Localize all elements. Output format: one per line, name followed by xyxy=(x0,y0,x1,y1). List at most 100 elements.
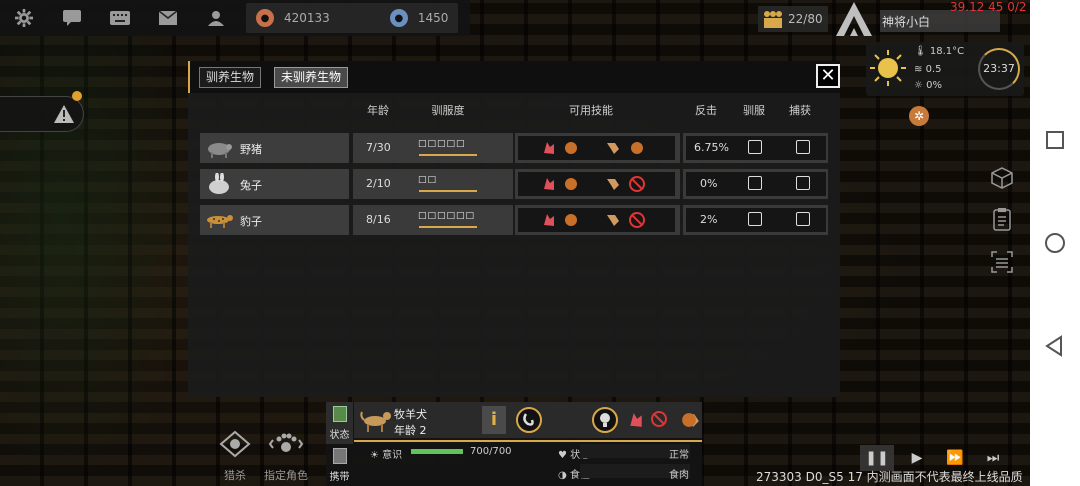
claw-skill-icon[interactable] xyxy=(628,412,644,428)
action-cell: 6.75% xyxy=(683,133,828,163)
keyboard-icon[interactable] xyxy=(96,0,144,36)
coin-icon: ● xyxy=(256,9,274,27)
name-cell: 野猪 xyxy=(200,133,349,163)
heart-icon: ♥ xyxy=(558,450,567,461)
creature-age: 2/10 xyxy=(366,177,391,190)
weather-panel[interactable]: 🌡 18.1°C ≋ 0.5 ☼ 0% 23:37 xyxy=(866,42,1024,96)
creature-panel: 驯养生物 未驯养生物 ✕ 年龄 驯服度 可用技能 反击 驯服 捕获 野猪 7/3… xyxy=(188,61,840,397)
people-icon xyxy=(764,11,782,28)
paw-orb-icon[interactable] xyxy=(564,177,578,191)
claw-skill-icon[interactable] xyxy=(542,177,556,191)
capture-checkbox[interactable] xyxy=(796,212,810,226)
tab-status[interactable]: 状态 xyxy=(326,402,353,444)
header-taming: 驯服度 xyxy=(431,104,465,117)
home-icon[interactable] xyxy=(1043,231,1067,255)
settings-cog-icon[interactable]: ✲ xyxy=(909,106,929,126)
name-cell: 豹子 xyxy=(200,205,349,235)
tab-carry[interactable]: 携带 xyxy=(326,444,353,486)
bonus-orb-icon[interactable] xyxy=(630,141,644,155)
unit-age: 年龄 2 xyxy=(394,424,427,437)
tab-untamed[interactable]: 未驯养生物 xyxy=(274,67,349,88)
capture-checkbox[interactable] xyxy=(796,140,810,154)
tame-skill-icon[interactable] xyxy=(606,213,620,227)
clipboard-icon[interactable] xyxy=(990,207,1014,231)
paw-target-icon xyxy=(268,433,304,452)
info-button[interactable]: i xyxy=(482,406,506,434)
close-button[interactable]: ✕ xyxy=(816,64,840,88)
table-row: 兔子 2/10 □□ 0% xyxy=(200,169,828,199)
tame-checkbox[interactable] xyxy=(748,212,762,226)
tame-skill-icon[interactable] xyxy=(606,177,620,191)
fastest-icon: ⏭ xyxy=(986,450,1000,466)
wind-row: ≋ 0.5 xyxy=(914,64,942,75)
mail-icon[interactable] xyxy=(144,0,192,36)
claw-skill-icon[interactable] xyxy=(542,213,556,227)
stomach-icon[interactable] xyxy=(516,407,542,433)
tame-checkbox[interactable] xyxy=(748,176,762,190)
tab-tamed[interactable]: 驯养生物 xyxy=(199,67,262,88)
hunt-icon xyxy=(219,430,251,458)
name-cell: 兔子 xyxy=(200,169,349,199)
awareness-value: 700/700 xyxy=(470,446,512,457)
creature-age: 8/16 xyxy=(366,213,391,226)
taming-bar xyxy=(419,154,477,156)
bottom-action-bar: 猎杀 指定角色 xyxy=(216,430,326,486)
assign-role-button[interactable]: 指定角色 xyxy=(262,430,310,483)
header-skills: 可用技能 xyxy=(569,104,613,117)
header-counter: 反击 xyxy=(695,104,717,117)
blocked-icon xyxy=(651,411,667,427)
action-cell: 2% xyxy=(683,205,828,235)
resource-bar: ● 420133 ● 1450 xyxy=(246,3,459,33)
skills-cell xyxy=(515,205,680,235)
gem-icon: ● xyxy=(389,9,408,27)
play-icon: ▶ xyxy=(911,450,923,466)
android-nav-bar xyxy=(1030,0,1080,486)
awareness-row: ☀ 意识 xyxy=(370,446,402,461)
status-icon xyxy=(332,406,347,422)
build-watermark: 273303 D0_S5 17 内测画面不代表最终上线品质 xyxy=(756,470,1023,484)
sun-icon xyxy=(870,50,906,86)
unit-name: 牧羊犬 xyxy=(394,408,427,421)
hunt-button[interactable]: 猎杀 xyxy=(210,430,260,483)
age-cell: 7/30 □□□□□ xyxy=(353,133,513,163)
stomach-small-icon: ◑ xyxy=(558,470,567,481)
scan-icon[interactable] xyxy=(990,250,1014,274)
idea-icon[interactable] xyxy=(592,407,618,433)
back-icon[interactable] xyxy=(1043,334,1067,358)
assign-label: 指定角色 xyxy=(264,469,308,482)
recents-icon[interactable] xyxy=(1043,128,1067,152)
state-value: 正常 xyxy=(669,450,689,461)
bonus-orb-icon[interactable] xyxy=(681,412,697,428)
chat-icon[interactable] xyxy=(48,0,96,36)
tame-checkbox[interactable] xyxy=(748,140,762,154)
warning-button[interactable] xyxy=(0,91,84,132)
age-cell: 8/16 □□□□□□ xyxy=(353,205,513,235)
network-status: 39.12 45 0/2 xyxy=(950,0,1027,14)
creature-name: 豹子 xyxy=(240,215,262,228)
resource2-value: 1450 xyxy=(417,11,449,25)
skills-cell xyxy=(515,133,680,163)
gear-icon[interactable] xyxy=(0,0,48,36)
header-age: 年龄 xyxy=(367,104,389,117)
sheepdog-icon xyxy=(360,411,391,432)
tame-skill-icon[interactable] xyxy=(606,141,620,155)
population-badge[interactable]: 22/80 xyxy=(758,6,828,32)
taming-bar xyxy=(419,226,477,228)
hunt-label: 猎杀 xyxy=(224,469,246,482)
header-capture: 捕获 xyxy=(789,104,811,117)
action-cell: 0% xyxy=(683,169,828,199)
table-row: 野猪 7/30 □□□□□ 6.75% xyxy=(200,133,828,163)
profile-icon[interactable] xyxy=(192,0,240,36)
header-tame: 驯服 xyxy=(743,104,765,117)
awareness-label: 意识 xyxy=(382,450,403,461)
claw-skill-icon[interactable] xyxy=(542,141,556,155)
unit-panel: 状态 携带 牧羊犬 年龄 2 i ☀ 意识 700/700 ♥ 状态 正常 ◑ … xyxy=(326,402,702,486)
temperature-row: 🌡 18.1°C xyxy=(914,46,965,57)
paw-orb-icon[interactable] xyxy=(564,213,578,227)
paw-orb-icon[interactable] xyxy=(564,141,578,155)
cube-icon[interactable] xyxy=(990,166,1014,190)
rain-row: ☼ 0% xyxy=(914,80,943,91)
skills-cell xyxy=(515,169,680,199)
capture-checkbox[interactable] xyxy=(796,176,810,190)
top-bar: ● 420133 ● 1450 xyxy=(0,0,470,36)
